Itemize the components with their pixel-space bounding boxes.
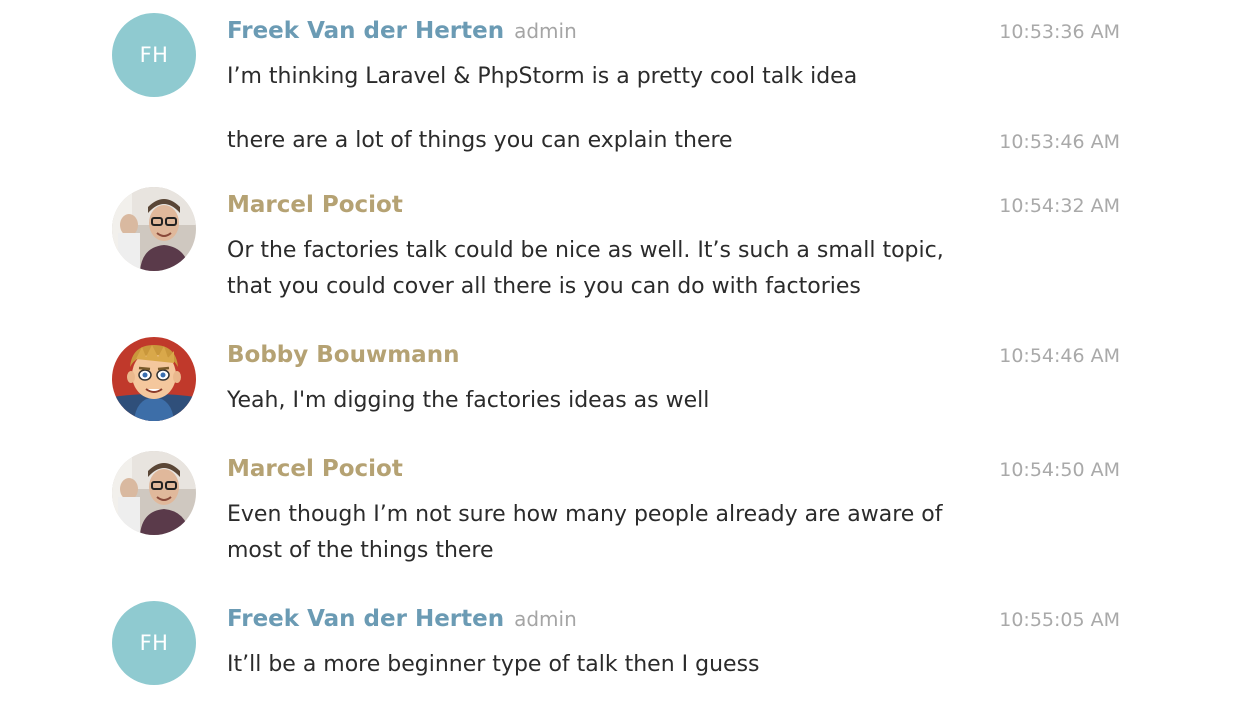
avatar-initials: FH [139,631,169,655]
message-header: Freek Van der Herten admin [227,606,577,632]
author-name[interactable]: Marcel Pociot [227,192,403,218]
author-name[interactable]: Marcel Pociot [227,456,403,482]
message-header: Marcel Pociot [227,192,403,218]
photo-avatar-icon[interactable] [112,187,196,271]
message-text: that you could cover all there is you ca… [227,274,861,299]
message-time: 10:54:46 AM [999,345,1120,367]
message-time: 10:54:32 AM [999,195,1120,217]
author-name[interactable]: Bobby Bouwmann [227,342,459,368]
message-time: 10:53:46 AM [999,131,1120,153]
message-header: Bobby Bouwmann [227,342,459,368]
message-time: 10:55:05 AM [999,609,1120,631]
message-text: Even though I’m not sure how many people… [227,502,943,527]
message-text: most of the things there [227,538,494,563]
message-header: Freek Van der Herten admin [227,18,577,44]
avatar-initials: FH [139,43,169,67]
avatar[interactable]: FH [112,13,196,97]
cartoon-avatar-icon[interactable] [112,337,196,421]
message-time: 10:54:50 AM [999,459,1120,481]
message-text: It’ll be a more beginner type of talk th… [227,652,760,677]
message-text: I’m thinking Laravel & PhpStorm is a pre… [227,64,858,89]
author-name[interactable]: Freek Van der Herten [227,606,504,632]
message-text: Or the factories talk could be nice as w… [227,238,944,263]
message-text: there are a lot of things you can explai… [227,128,733,153]
author-name[interactable]: Freek Van der Herten [227,18,504,44]
role-badge: admin [514,19,577,43]
photo-avatar-icon[interactable] [112,451,196,535]
message-time: 10:53:36 AM [999,21,1120,43]
message-header: Marcel Pociot [227,456,403,482]
message-text: Yeah, I'm digging the factories ideas as… [227,388,710,413]
avatar[interactable]: FH [112,601,196,685]
role-badge: admin [514,607,577,631]
